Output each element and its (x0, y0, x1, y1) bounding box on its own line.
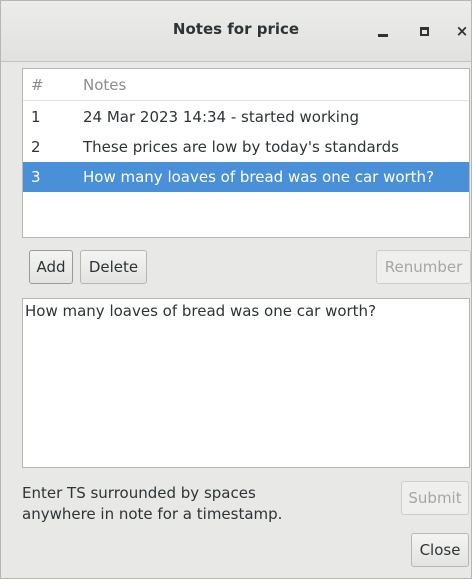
row-number: 3 (31, 168, 41, 186)
minimize-button[interactable] (371, 19, 395, 43)
note-text-editor[interactable]: How many loaves of bread was one car wor… (22, 298, 470, 468)
table-row[interactable]: 1 24 Mar 2023 14:34 - started working (23, 102, 469, 132)
title-bar[interactable]: Notes for price × (1, 1, 471, 62)
hint-line-2: anywhere in note for a timestamp. (22, 505, 283, 523)
row-number: 2 (31, 138, 41, 156)
window-title: Notes for price (172, 20, 300, 38)
row-note: 24 Mar 2023 14:34 - started working (83, 108, 359, 126)
table-row[interactable]: 2 These prices are low by today's standa… (23, 132, 469, 162)
close-icon: × (455, 22, 469, 40)
submit-button[interactable]: Submit (401, 481, 469, 515)
row-number: 1 (31, 108, 41, 126)
add-button[interactable]: Add (29, 250, 73, 284)
window-close-button[interactable]: × (450, 19, 472, 43)
notes-list[interactable]: # Notes 1 24 Mar 2023 14:34 - started wo… (22, 68, 470, 238)
renumber-button[interactable]: Renumber (376, 250, 471, 284)
minimize-icon (378, 34, 388, 37)
notes-list-header: # Notes (23, 69, 469, 101)
table-row-selected[interactable]: 3 How many loaves of bread was one car w… (23, 162, 469, 192)
row-note: These prices are low by today's standard… (83, 138, 399, 156)
maximize-icon (419, 26, 429, 36)
column-header-number[interactable]: # (31, 76, 44, 94)
maximize-button[interactable] (412, 19, 436, 43)
notes-dialog: Notes for price × # Notes 1 24 Mar 2023 … (0, 0, 472, 579)
timestamp-hint: Enter TS surrounded by spaces anywhere i… (22, 483, 342, 525)
delete-button[interactable]: Delete (80, 250, 147, 284)
close-button[interactable]: Close (411, 533, 469, 567)
column-header-notes[interactable]: Notes (83, 76, 126, 94)
hint-line-1: Enter TS surrounded by spaces (22, 484, 256, 502)
row-note: How many loaves of bread was one car wor… (83, 168, 435, 186)
